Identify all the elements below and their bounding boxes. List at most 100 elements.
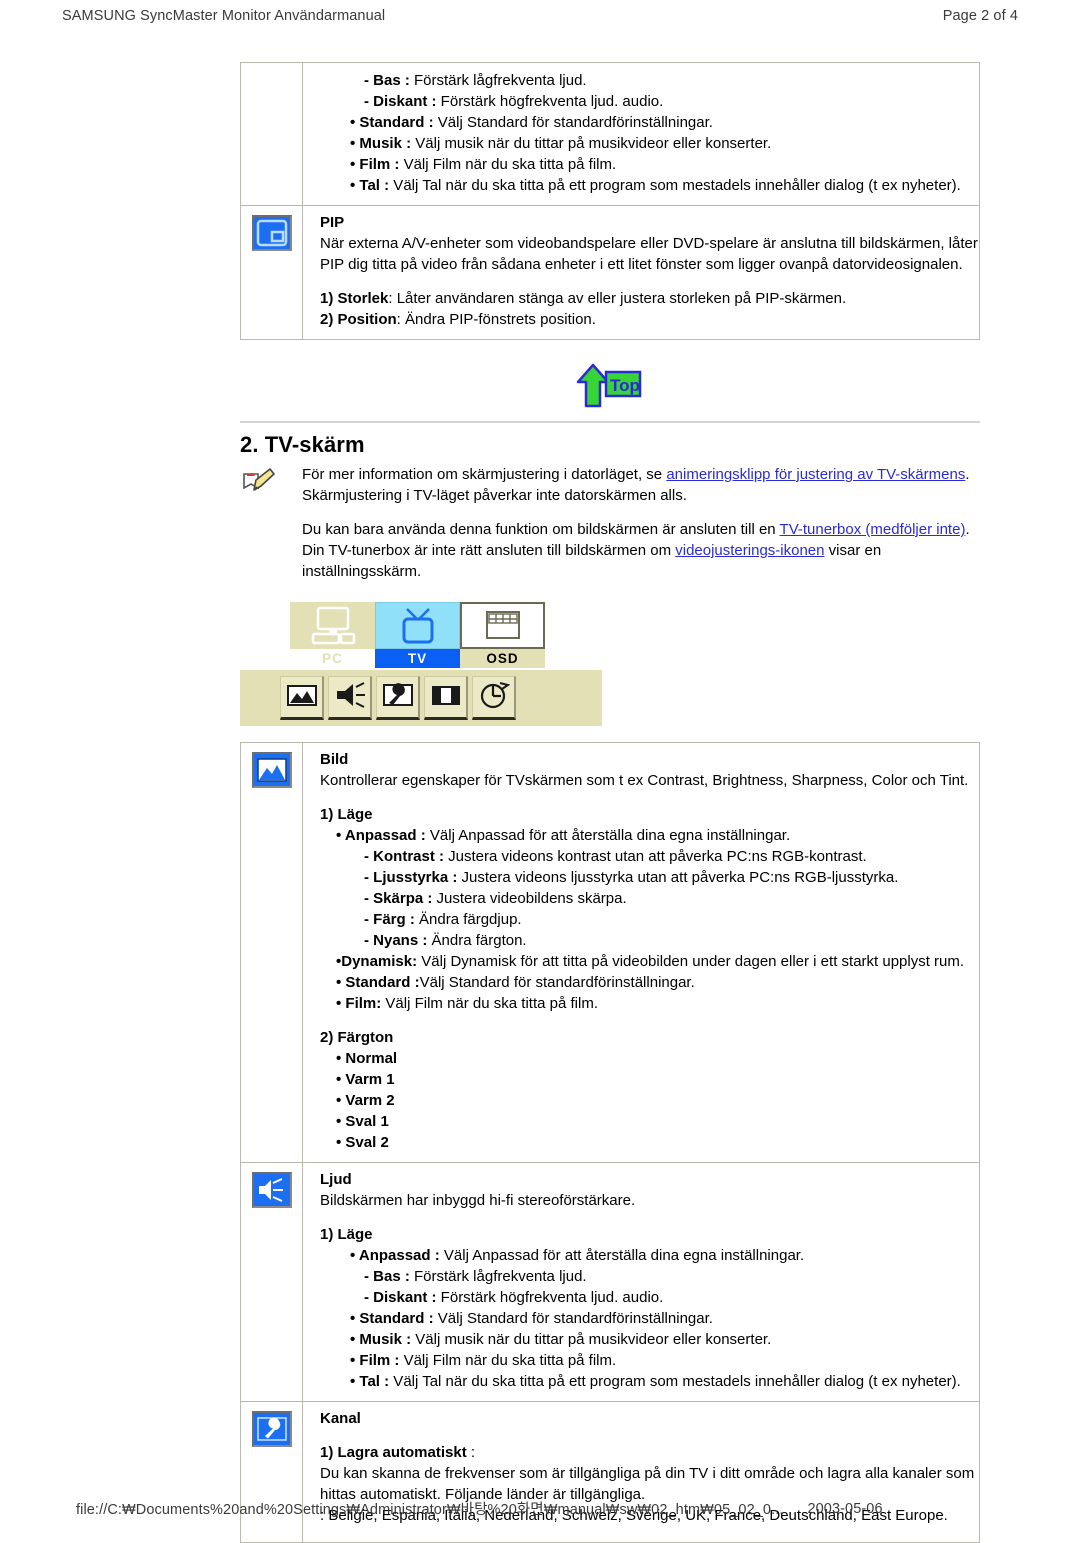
sound-option-line: • Film : Välj Film när du ska titta på f…: [320, 154, 965, 175]
table-row: - Bas : Förstärk lågfrekventa ljud. - Dis…: [240, 62, 980, 206]
osd-tab-pc[interactable]: PC: [290, 602, 375, 668]
spec-table-top: - Bas : Förstärk lågfrekventa ljud. - Dis…: [240, 62, 980, 340]
spec-table-tv: Bild Kontrollerar egenskaper för TVskärm…: [240, 742, 980, 1543]
ljud-title: Ljud: [320, 1171, 352, 1188]
bild-option-line-text: Välj Standard för standardförinställning…: [419, 974, 695, 991]
osd-button-picture[interactable]: [280, 676, 324, 720]
ljud-desc: Bildskärmen har inbyggd hi-fi stereoförs…: [320, 1192, 636, 1209]
pip-title: PIP: [320, 214, 345, 231]
tv-note-p3-pre: Din TV-tunerbox är inte rätt ansluten ti…: [302, 542, 676, 559]
osd-tab-pc-label: PC: [290, 649, 375, 668]
pip-item-text: : Låter användaren stänga av eller juste…: [388, 290, 847, 307]
ljud-option-line: - Diskant : Förstärk högfrekventa ljud. …: [320, 1287, 965, 1308]
bild-group2-title: 2) Färgton: [320, 1029, 394, 1046]
table-row: Kanal 1) Lagra automatiskt : Du kan skan…: [240, 1401, 980, 1543]
ljud-option-line-label: • Musik :: [350, 1331, 412, 1348]
kanal-group1-bold: 1) Lagra automatiskt: [320, 1444, 467, 1461]
ljud-group1-title: 1) Läge: [320, 1226, 373, 1243]
ljud-option-line-label: - Diskant :: [364, 1289, 437, 1306]
sound-option-line-label: • Musik :: [350, 135, 412, 152]
osd-menu-image: PC TV OSD: [240, 600, 602, 726]
sound-option-line-label: • Standard :: [350, 114, 434, 131]
osd-button-sound[interactable]: [328, 676, 372, 720]
sound-option-line: • Tal : Välj Tal när du ska titta på ett…: [320, 175, 965, 196]
ljud-option-line-label: • Film :: [350, 1352, 400, 1369]
sound-option-line-label: - Diskant :: [364, 93, 437, 110]
osd-tab-tv[interactable]: TV: [375, 602, 460, 668]
page-header: SAMSUNG SyncMaster Monitor Användarmanua…: [0, 0, 1080, 32]
page-content: - Bas : Förstärk lågfrekventa ljud. - Dis…: [240, 62, 980, 1543]
tv-icon: [375, 602, 460, 649]
pip-item-text: : Ändra PIP-fönstrets position.: [396, 311, 596, 328]
pip-icon: [251, 215, 292, 251]
wrench-icon: [251, 1411, 292, 1447]
bild-option-line-label: - Skärpa :: [364, 890, 433, 907]
icon-cell-bild: [240, 742, 303, 1163]
top-arrow-icon: Top: [576, 363, 642, 408]
icon-cell-kanal: [240, 1401, 303, 1543]
bild-option-line-text: Välj Dynamisk för att titta på videobild…: [417, 953, 965, 970]
top-button-label: Top: [610, 376, 640, 395]
osd-button-setup[interactable]: [376, 676, 420, 720]
bild-option-line-text: Välj Film när du ska titta på film.: [381, 995, 598, 1012]
sound-option-line-label: • Tal :: [350, 177, 390, 194]
ljud-option-line: • Standard : Välj Standard för standardf…: [320, 1308, 965, 1329]
bild-title: Bild: [320, 751, 349, 768]
bild-tone-item: • Varm 2: [336, 1092, 395, 1109]
tv-note-paragraph-2: Du kan bara använda denna funktion om bi…: [302, 519, 980, 540]
ljud-option-line: • Film : Välj Film när du ska titta på f…: [320, 1350, 965, 1371]
pip-item-label: 2) Position: [320, 311, 397, 328]
sound-option-line: • Standard : Välj Standard för standardf…: [320, 112, 965, 133]
ljud-option-line: - Bas : Förstärk lågfrekventa ljud.: [320, 1266, 965, 1287]
speaker-icon: [334, 681, 366, 713]
sound-option-line: • Musik : Välj musik när du tittar på mu…: [320, 133, 965, 154]
tv-note-p2-link[interactable]: TV-tunerbox (medföljer inte): [780, 521, 966, 538]
osd-tab-row: PC TV OSD: [240, 600, 602, 670]
icon-cell-empty: [240, 62, 303, 206]
tv-note-p3-link[interactable]: videojusterings-ikonen: [675, 542, 824, 559]
osd-button-row: [240, 670, 602, 726]
ljud-option-line-text: Välj Anpassad för att återställa dina eg…: [439, 1247, 805, 1264]
pip-item-label: 1) Storlek: [320, 290, 389, 307]
sound-option-line: - Diskant : Förstärk högfrekventa ljud. …: [320, 91, 965, 112]
osd-button-clock[interactable]: [472, 676, 516, 720]
bild-option-line-text: Välj Anpassad för att återställa dina eg…: [425, 827, 791, 844]
table-row: Ljud Bildskärmen har inbyggd hi-fi stere…: [240, 1162, 980, 1402]
pip-desc-line-2: PIP dig titta på video från sådana enhet…: [320, 256, 963, 273]
bild-option-line-label: •Dynamisk:: [336, 953, 418, 970]
page-title: 2. TV-skärm: [240, 432, 365, 457]
bild-tone-item: • Normal: [336, 1050, 398, 1067]
clock-icon: [478, 681, 510, 714]
monitor-icon: [290, 602, 375, 649]
kanal-desc-line-1: Du kan skanna de frekvenser som är tillg…: [320, 1465, 975, 1482]
print-date: 2003-05-06: [807, 1500, 883, 1517]
pip-desc-line-1: När externa A/V-enheter som videobandspe…: [320, 235, 978, 252]
kanal-body: Kanal 1) Lagra automatiskt : Du kan skan…: [302, 1401, 980, 1543]
sound-option-line-label: - Bas :: [364, 72, 410, 89]
ljud-option-line-label: • Standard :: [350, 1310, 434, 1327]
tv-note-p1-link[interactable]: animeringsklipp för justering av TV-skär…: [666, 466, 965, 483]
divider: [240, 421, 980, 423]
pip-body: PIP När externa A/V-enheter som videoban…: [302, 205, 980, 340]
icon-cell-ljud: [240, 1162, 303, 1402]
osd-button-pip[interactable]: [424, 676, 468, 720]
osd-tab-osd[interactable]: OSD: [460, 602, 545, 668]
bild-option-line-text: Justera videons ljusstyrka utan att påve…: [457, 869, 899, 886]
file-path: file://C:₩Documents%20and%20Settings₩Adm…: [76, 1502, 784, 1518]
bild-option-line-text: Ändra färgdjup.: [414, 911, 522, 928]
top-button[interactable]: Top: [576, 362, 644, 413]
sound-option-line-label: • Film :: [350, 156, 400, 173]
table-row: PIP När externa A/V-enheter som videoban…: [240, 205, 980, 340]
ljud-option-line-label: • Tal :: [350, 1373, 390, 1390]
manual-title: SAMSUNG SyncMaster Monitor Användarmanua…: [62, 8, 386, 24]
wrench-icon: [382, 682, 414, 712]
tv-section-note: För mer information om skärmjustering i …: [240, 464, 980, 582]
ljud-option-line: • Musik : Välj musik när du tittar på mu…: [320, 1329, 965, 1350]
ljud-option-line: • Anpassad : Välj Anpassad för att åters…: [320, 1245, 965, 1266]
